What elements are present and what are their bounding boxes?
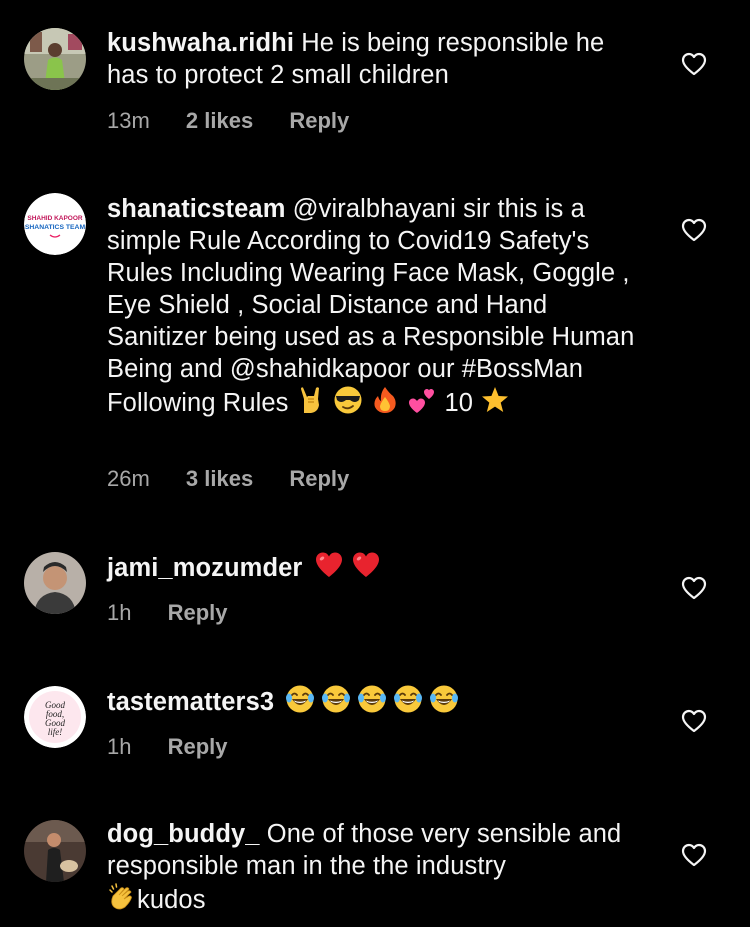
reply-button[interactable]: Reply	[168, 600, 228, 626]
tears-of-joy-emoji	[285, 684, 315, 714]
tears-of-joy-emoji	[393, 684, 423, 714]
avatar-text-top: SHAHID KAPOOR	[27, 215, 83, 222]
comment-body: dog_buddy_ One of those very sensible an…	[107, 818, 647, 916]
red-heart-emoji	[314, 550, 344, 580]
red-heart-emoji	[351, 550, 381, 580]
comment-meta: 13m 2 likes Reply	[107, 108, 349, 134]
comment-text-tail: 10	[444, 389, 474, 417]
sign-of-horns-emoji	[300, 387, 319, 413]
comment-time: 13m	[107, 108, 150, 133]
comment-body: jami_mozumder	[107, 550, 647, 584]
comment-meta: 1h Reply	[107, 600, 228, 626]
username[interactable]: shanaticsteam	[107, 195, 285, 223]
comment-body: shanaticsteam @viralbhayani sir this is …	[107, 193, 647, 419]
username[interactable]: kushwaha.ridhi	[107, 29, 294, 57]
reply-button[interactable]: Reply	[289, 108, 349, 134]
star-emoji	[482, 387, 509, 412]
heart-outline-icon[interactable]	[681, 709, 707, 733]
heart-outline-icon[interactable]	[681, 576, 707, 600]
username[interactable]: dog_buddy_	[107, 820, 260, 848]
comment-body: kushwaha.ridhi He is being responsible h…	[107, 27, 647, 91]
comment-text: @viralbhayani sir this is a simple Rule …	[107, 195, 635, 417]
fire-emoji	[374, 387, 396, 413]
comment-time: 1h	[107, 600, 132, 625]
username[interactable]: jami_mozumder	[107, 554, 302, 582]
reply-button[interactable]: Reply	[168, 734, 228, 760]
likes-count[interactable]: 2 likes	[186, 108, 253, 134]
comment-text-tail: kudos	[137, 886, 206, 914]
heart-outline-icon[interactable]	[681, 843, 707, 867]
clapping-hands-emoji	[109, 883, 132, 910]
comment-meta: 1h Reply	[107, 734, 228, 760]
comment-time: 26m	[107, 466, 150, 491]
avatar[interactable]: Good food, Good life!	[24, 686, 86, 748]
username[interactable]: tastematters3	[107, 688, 274, 716]
reply-button[interactable]: Reply	[289, 466, 349, 492]
two-hearts-emoji	[409, 389, 435, 413]
avatar-text-line: life!	[48, 727, 63, 737]
avatar[interactable]	[24, 552, 86, 614]
tears-of-joy-emoji	[429, 684, 459, 714]
comment-time: 1h	[107, 734, 132, 759]
comment-meta: 26m 3 likes Reply	[107, 466, 349, 492]
avatar-text-main: SHANATICS TEAM	[25, 224, 86, 231]
likes-count[interactable]: 3 likes	[186, 466, 253, 492]
heart-outline-icon[interactable]	[681, 218, 707, 242]
avatar[interactable]	[24, 28, 86, 90]
comment-body: tastematters3	[107, 684, 647, 718]
heart-outline-icon[interactable]	[681, 52, 707, 76]
tears-of-joy-emoji	[321, 684, 351, 714]
tears-of-joy-emoji	[357, 684, 387, 714]
sunglasses-emoji	[334, 386, 362, 414]
comment-item: kushwaha.ridhi He is being responsible h…	[0, 0, 750, 160]
avatar[interactable]: SHAHID KAPOOR SHANATICS TEAM	[24, 193, 86, 255]
avatar[interactable]	[24, 820, 86, 882]
